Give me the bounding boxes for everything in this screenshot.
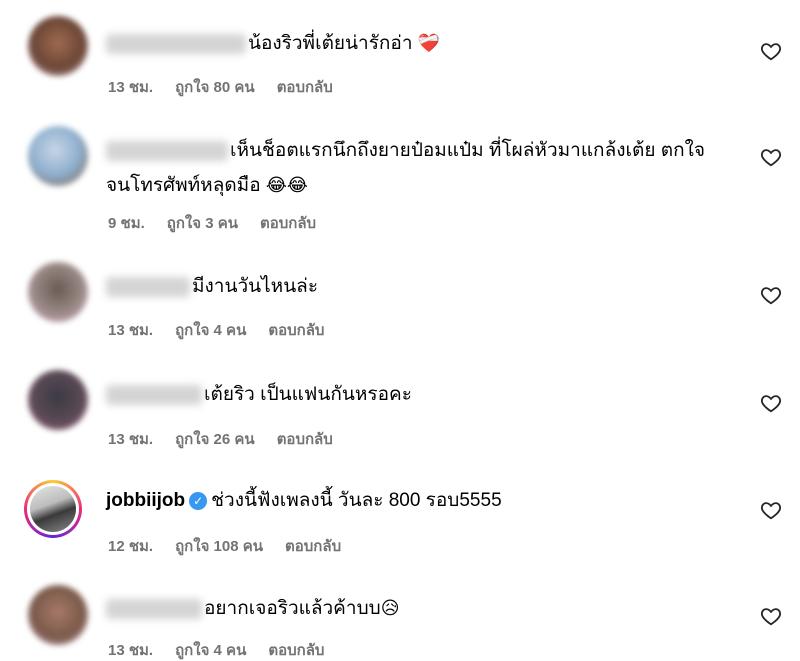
comment-body: jobbiijob ✓ ช่วงนี้ฟังเพลงนี้ วันละ 800 รอ… — [106, 486, 502, 516]
avatar[interactable] — [28, 370, 88, 430]
comment-text: น้องริวพี่เต้ยน่ารักอ่า — [248, 33, 413, 54]
username-blurred[interactable] — [106, 33, 246, 54]
reply-button[interactable]: ตอบกลับ — [277, 79, 333, 96]
comment-body: อยากเจอริวแล้วค้าบบ😥 — [106, 593, 399, 624]
username-blurred[interactable] — [106, 140, 228, 161]
username-blurred[interactable] — [106, 384, 202, 405]
comment-body: มีงานวันไหนล่ะ — [106, 272, 318, 302]
like-count[interactable]: ถูกใจ 80 คน — [175, 79, 255, 96]
reply-button[interactable]: ตอบกลับ — [277, 431, 333, 448]
username[interactable]: jobbiijob — [106, 490, 185, 511]
heart-outline-icon[interactable] — [760, 284, 782, 306]
avatar[interactable] — [28, 262, 88, 322]
comment-emoji: 😂😂 — [265, 175, 308, 195]
comment-emoji: 😥 — [380, 598, 400, 618]
reply-button[interactable]: ตอบกลับ — [268, 322, 324, 339]
username-blurred[interactable] — [106, 276, 190, 297]
heart-outline-icon[interactable] — [760, 499, 782, 521]
comment-emoji: ❤️‍🩹 — [417, 33, 441, 53]
comment-meta: 13 ชม. ถูกใจ 4 คน ตอบกลับ — [108, 318, 346, 342]
comment-meta: 9 ชม. ถูกใจ 3 คน ตอบกลับ — [108, 211, 338, 235]
reply-button[interactable]: ตอบกลับ — [268, 642, 324, 659]
comment-meta: 13 ชม. ถูกใจ 26 คน ตอบกลับ — [108, 427, 355, 451]
comment-body: เต้ยริว เป็นแฟนกันหรอคะ — [106, 380, 412, 410]
comment-text: ช่วงนี้ฟังเพลงนี้ วันละ 800 รอบ5555 — [211, 490, 502, 511]
avatar — [30, 486, 76, 532]
reply-button[interactable]: ตอบกลับ — [285, 538, 341, 555]
username-blurred[interactable] — [106, 598, 202, 619]
comment-body: เห็นช็อตแรกนึกถึงยายป๋อมแป๋ม ที่โผล่หัวม… — [106, 133, 716, 203]
comment-time[interactable]: 13 ชม. — [108, 642, 153, 659]
avatar-story-ring[interactable] — [24, 480, 82, 538]
heart-outline-icon[interactable] — [760, 392, 782, 414]
like-count[interactable]: ถูกใจ 4 คน — [175, 322, 246, 339]
verified-badge-icon: ✓ — [189, 491, 208, 510]
comment-text: เต้ยริว เป็นแฟนกันหรอคะ — [204, 384, 412, 405]
comment-time[interactable]: 13 ชม. — [108, 322, 153, 339]
avatar[interactable] — [28, 16, 88, 76]
heart-outline-icon[interactable] — [760, 605, 782, 627]
like-count[interactable]: ถูกใจ 108 คน — [175, 538, 263, 555]
comments-list: น้องริวพี่เต้ยน่ารักอ่า ❤️‍🩹 13 ชม. ถูกใจ… — [0, 0, 800, 661]
avatar[interactable] — [28, 126, 88, 186]
comment-meta: 13 ชม. ถูกใจ 4 คน ตอบกลับ — [108, 638, 346, 661]
comment-time[interactable]: 9 ชม. — [108, 215, 145, 232]
like-count[interactable]: ถูกใจ 26 คน — [175, 431, 255, 448]
comment-meta: 12 ชม. ถูกใจ 108 คน ตอบกลับ — [108, 534, 363, 558]
comment-time[interactable]: 12 ชม. — [108, 538, 153, 555]
heart-outline-icon[interactable] — [760, 40, 782, 62]
comment-text: อยากเจอริวแล้วค้าบบ — [204, 598, 381, 619]
like-count[interactable]: ถูกใจ 3 คน — [167, 215, 238, 232]
avatar[interactable] — [28, 585, 88, 645]
comment-meta: 13 ชม. ถูกใจ 80 คน ตอบกลับ — [108, 75, 355, 99]
reply-button[interactable]: ตอบกลับ — [260, 215, 316, 232]
like-count[interactable]: ถูกใจ 4 คน — [175, 642, 246, 659]
comment-time[interactable]: 13 ชม. — [108, 431, 153, 448]
comment-time[interactable]: 13 ชม. — [108, 79, 153, 96]
heart-outline-icon[interactable] — [760, 146, 782, 168]
comment-body: น้องริวพี่เต้ยน่ารักอ่า ❤️‍🩹 — [106, 28, 440, 59]
comment-text: มีงานวันไหนล่ะ — [192, 276, 319, 297]
